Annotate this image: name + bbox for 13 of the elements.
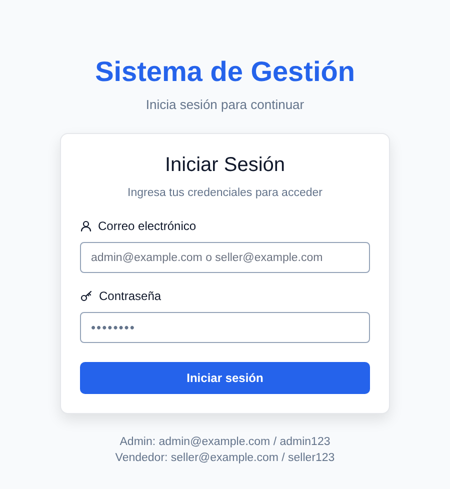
app-subtitle: Inicia sesión para continuar xyxy=(146,96,304,114)
app-title: Sistema de Gestión xyxy=(95,55,355,89)
card-title: Iniciar Sesión xyxy=(164,153,286,178)
user-icon xyxy=(80,220,92,232)
email-field[interactable]: admin@example.com o seller@example.com xyxy=(80,242,370,273)
credentials-hint: Vendedor: seller@example.com / seller123 xyxy=(115,451,335,466)
login-button[interactable]: Iniciar sesión xyxy=(80,362,370,394)
password-field[interactable]: •••••••• xyxy=(80,312,370,343)
card-description: Ingresa tus credenciales para acceder xyxy=(128,186,322,201)
credentials-hint: Admin: admin@example.com / admin123 xyxy=(120,435,330,450)
field-label: Contraseña xyxy=(99,289,162,303)
key-icon xyxy=(80,290,93,302)
field-label: Correo electrónico xyxy=(98,219,196,233)
